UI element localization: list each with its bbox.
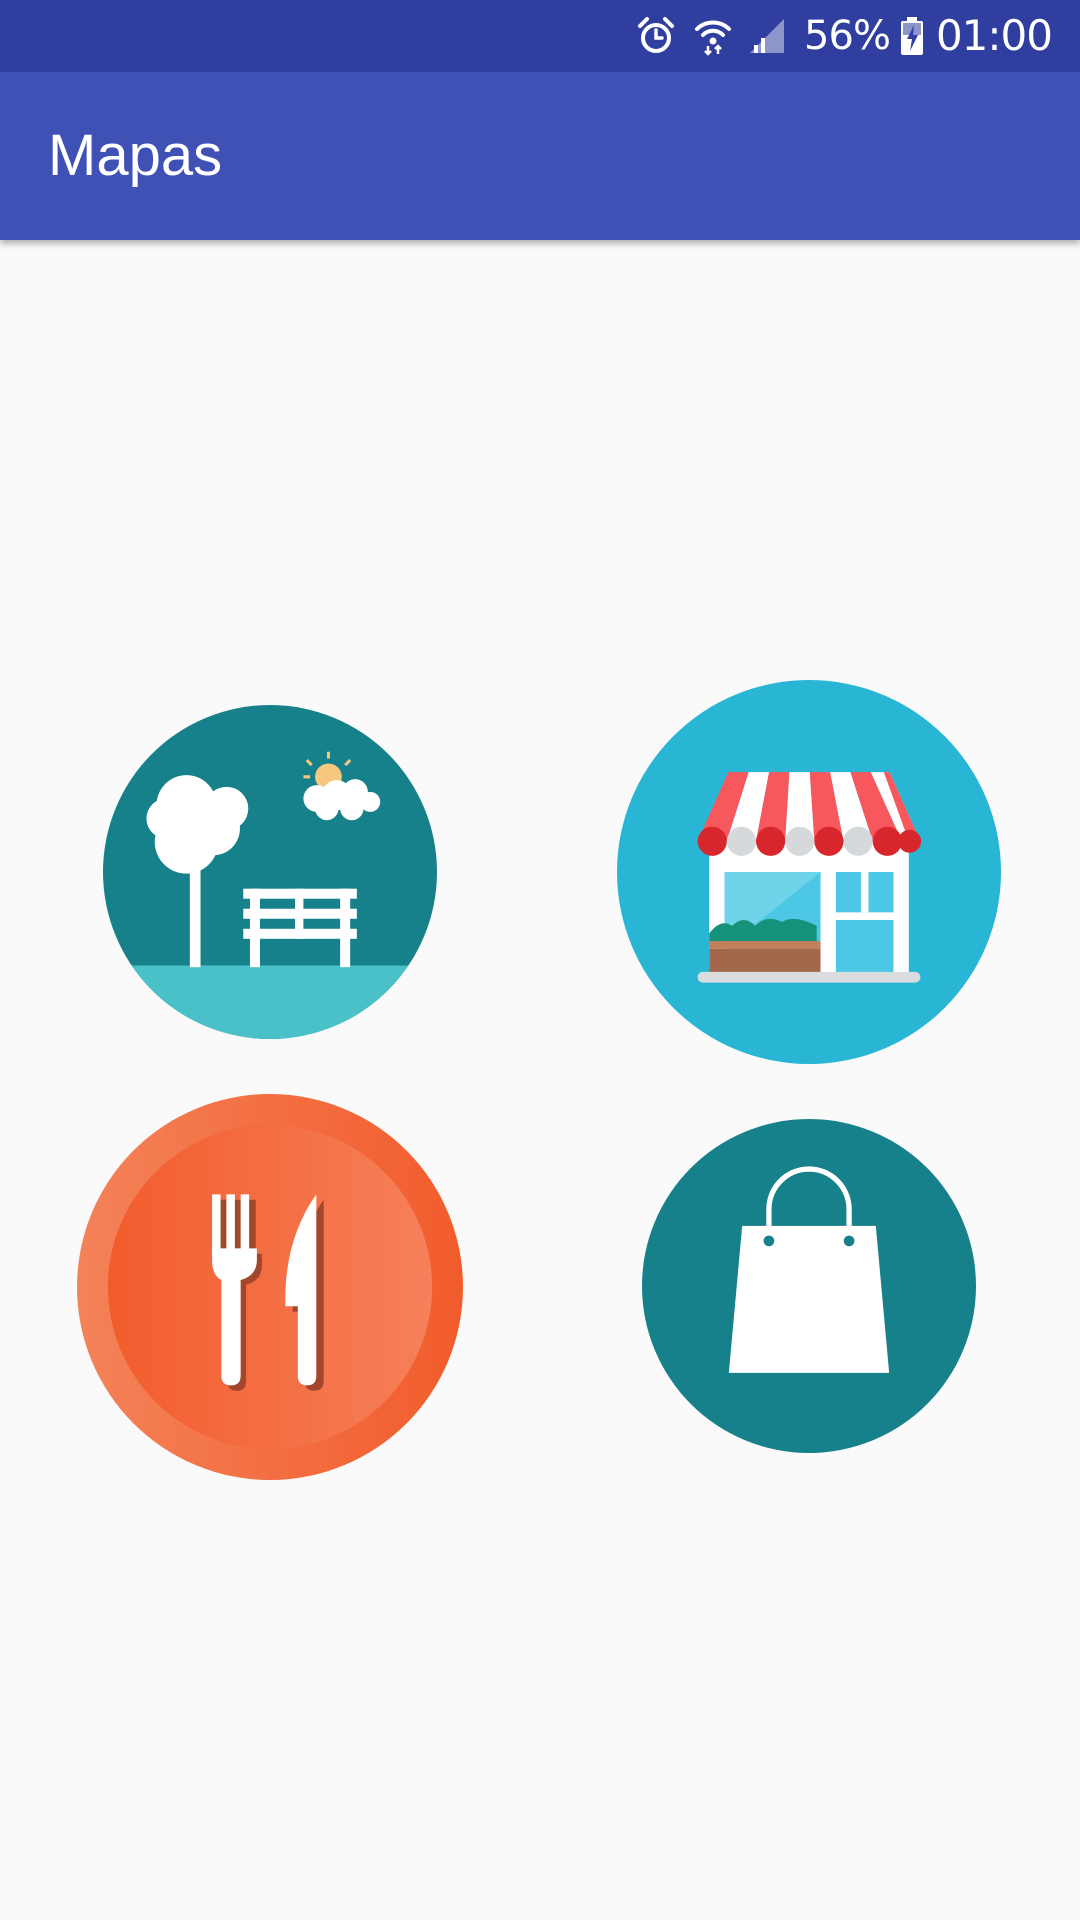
- status-icons: 56% 01:00: [636, 0, 1053, 72]
- fork-knife-icon: [77, 1094, 463, 1480]
- battery-percent: 56%: [804, 13, 891, 59]
- store-button[interactable]: [617, 680, 1001, 1064]
- storefront-icon: [617, 680, 1001, 1064]
- restaurant-button[interactable]: [77, 1094, 463, 1480]
- park-button[interactable]: [103, 705, 437, 1039]
- status-clock: 01:00: [935, 11, 1053, 60]
- page-title: Mapas: [48, 123, 223, 188]
- park-bench-icon: [103, 705, 437, 1039]
- status-bar: 56% 01:00: [0, 0, 1080, 72]
- cell-signal-icon: [750, 17, 786, 55]
- wifi-icon: [694, 16, 732, 56]
- app-bar: Mapas: [0, 72, 1080, 240]
- alarm-icon: [636, 16, 676, 56]
- battery-charging-icon: [900, 16, 924, 56]
- shopping-bag-icon: [642, 1119, 976, 1453]
- shopping-button[interactable]: [642, 1119, 976, 1453]
